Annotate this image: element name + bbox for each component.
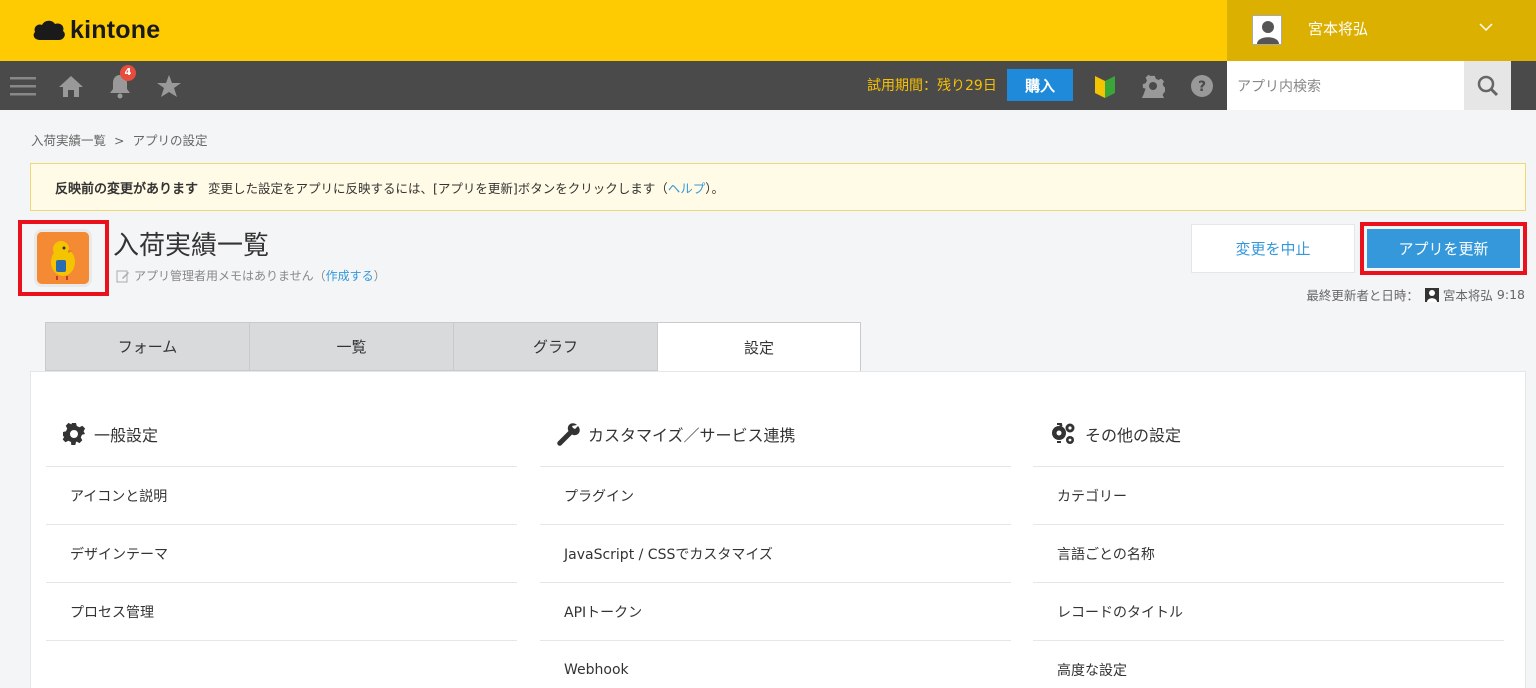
wrench-icon: [557, 423, 580, 446]
notice-text: 変更した設定をアプリに反映するには、[アプリを更新]ボタンをクリックします（: [208, 180, 668, 196]
other-settings-title: その他の設定: [1085, 426, 1182, 445]
edit-note-icon: [116, 270, 129, 282]
last-updated-time: 9:18: [1496, 287, 1525, 302]
svg-text:?: ?: [1198, 79, 1206, 95]
user-name: 宮本将弘: [1308, 20, 1369, 38]
breadcrumb-separator: >: [114, 133, 125, 148]
settings-panel: 一般設定 アイコンと説明 デザインテーマ プロセス管理 カスタマイズ／サービス連…: [30, 371, 1526, 688]
settings-tabs: フォーム 一覧 グラフ 設定: [45, 322, 861, 372]
tab-list[interactable]: 一覧: [249, 322, 453, 371]
tab-settings[interactable]: 設定: [657, 322, 861, 372]
search-button[interactable]: [1464, 61, 1511, 110]
update-app-highlight: アプリを更新: [1360, 222, 1527, 275]
chevron-down-icon: [1479, 23, 1493, 32]
admin-memo: アプリ管理者用メモはありません（ 作成する）: [116, 267, 386, 284]
app-icon[interactable]: [34, 229, 92, 287]
search-placeholder: アプリ内検索: [1237, 78, 1321, 95]
beginner-icon[interactable]: [1093, 71, 1117, 101]
user-mini-avatar-icon: [1424, 287, 1439, 302]
home-icon[interactable]: [58, 71, 84, 101]
tab-form[interactable]: フォーム: [45, 322, 249, 371]
trial-status: 試用期間：残り29日: [867, 78, 997, 94]
notice-title: 反映前の変更があります: [55, 181, 199, 197]
cloud-logo-icon: [33, 20, 65, 40]
other-settings-heading: その他の設定: [1033, 372, 1504, 467]
app-title: 入荷実績一覧: [113, 231, 270, 261]
customize-column: カスタマイズ／サービス連携 プラグイン JavaScript / CSSでカスタ…: [540, 372, 1011, 688]
design-theme-link[interactable]: デザインテーマ: [46, 525, 517, 583]
user-avatar-icon: [1252, 15, 1282, 45]
top-bar: kintone 宮本将弘: [0, 0, 1536, 61]
cancel-changes-button[interactable]: 変更を中止: [1191, 224, 1355, 273]
kintone-logo[interactable]: kintone: [32, 14, 160, 46]
breadcrumb: 入荷実績一覧 > アプリの設定: [31, 130, 208, 149]
gears-icon: [1052, 423, 1075, 444]
star-icon[interactable]: [155, 71, 183, 101]
record-title-link[interactable]: レコードのタイトル: [1033, 583, 1504, 641]
icon-and-description-link[interactable]: アイコンと説明: [46, 467, 517, 525]
last-updated: 最終更新者と日時： 宮本将弘 9:18: [1306, 285, 1525, 304]
language-names-link[interactable]: 言語ごとの名称: [1033, 525, 1504, 583]
gear-icon: [62, 422, 86, 445]
menu-icon[interactable]: [10, 71, 36, 101]
notice-text-end: ）。: [705, 180, 725, 196]
api-token-link[interactable]: APIトークン: [540, 583, 1011, 641]
notification-badge: 4: [120, 65, 136, 81]
buy-button[interactable]: 購入: [1007, 69, 1073, 101]
app-search-input[interactable]: アプリ内検索: [1227, 61, 1464, 110]
other-settings-column: その他の設定 カテゴリー 言語ごとの名称 レコードのタイトル 高度な設定: [1033, 372, 1504, 688]
plugin-link[interactable]: プラグイン: [540, 467, 1011, 525]
breadcrumb-app-link[interactable]: 入荷実績一覧: [31, 133, 106, 148]
general-settings-title: 一般設定: [94, 426, 159, 445]
pending-changes-notice: 反映前の変更があります 変更した設定をアプリに反映するには、[アプリを更新]ボタ…: [30, 163, 1526, 211]
last-updated-label: 最終更新者と日時：: [1306, 288, 1419, 303]
help-link[interactable]: ヘルプ: [668, 178, 706, 197]
advanced-settings-link[interactable]: 高度な設定: [1033, 641, 1504, 688]
process-management-link[interactable]: プロセス管理: [46, 583, 517, 641]
customize-title: カスタマイズ／サービス連携: [588, 426, 796, 445]
search-icon: [1477, 75, 1498, 96]
help-icon[interactable]: ?: [1189, 71, 1215, 101]
customize-heading: カスタマイズ／サービス連携: [540, 372, 1011, 467]
create-memo-link[interactable]: 作成する: [326, 267, 374, 284]
brand-name: kintone: [70, 15, 161, 44]
memo-text: アプリ管理者用メモはありません（: [134, 269, 326, 283]
general-settings-column: 一般設定 アイコンと説明 デザインテーマ プロセス管理: [46, 372, 517, 641]
tab-graph[interactable]: グラフ: [453, 322, 657, 371]
update-app-button[interactable]: アプリを更新: [1367, 229, 1520, 268]
gear-icon[interactable]: [1140, 71, 1166, 101]
app-icon-highlight: [18, 220, 109, 296]
general-settings-heading: 一般設定: [46, 372, 517, 467]
category-link[interactable]: カテゴリー: [1033, 467, 1504, 525]
breadcrumb-current: アプリの設定: [132, 133, 208, 148]
memo-close: ）: [373, 269, 386, 283]
webhook-link[interactable]: Webhook: [540, 641, 1011, 688]
js-css-customize-link[interactable]: JavaScript / CSSでカスタマイズ: [540, 525, 1011, 583]
user-menu[interactable]: 宮本将弘: [1227, 0, 1536, 61]
last-updated-user[interactable]: 宮本将弘: [1443, 285, 1493, 304]
